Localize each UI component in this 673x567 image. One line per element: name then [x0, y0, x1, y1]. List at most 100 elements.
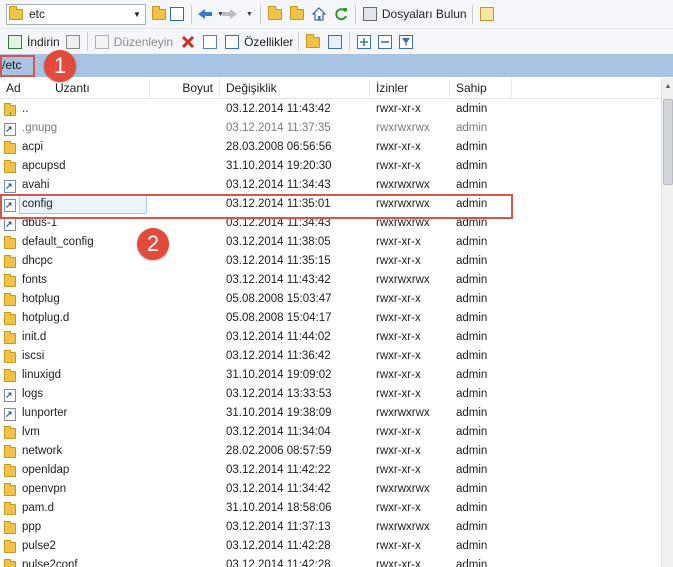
file-row[interactable]: init.d 03.12.2014 11:44:02 rwxr-xr-x admin	[0, 328, 661, 347]
symlink-folder-icon	[3, 120, 19, 137]
file-owner: admin	[456, 312, 488, 324]
current-path-bar[interactable]: /etc	[0, 54, 673, 77]
file-row[interactable]: ppp 03.12.2014 11:37:13 rwxrwxrwx admin	[0, 518, 661, 537]
file-row[interactable]: avahi 03.12.2014 11:34:43 rwxrwxrwx admin	[0, 176, 661, 195]
file-name: pulse2conf	[22, 559, 78, 567]
file-row[interactable]: openldap 03.12.2014 11:42:22 rwxr-xr-x admi…	[0, 461, 661, 480]
file-row[interactable]: .gnupg 03.12.2014 11:37:35 rwxrwxrwx admin	[0, 119, 661, 138]
root-directory-button[interactable]	[288, 5, 306, 23]
column-header-modified[interactable]: Değişiklik	[220, 78, 370, 99]
rename-button[interactable]	[201, 33, 219, 51]
file-permissions: rwxr-xr-x	[376, 160, 421, 172]
forward-history-dropdown[interactable]: ▼	[246, 11, 253, 18]
file-permissions: rwxrwxrwx	[376, 179, 430, 191]
file-row[interactable]: iscsi 03.12.2014 11:36:42 rwxr-xr-x admin	[0, 347, 661, 366]
open-folder-button[interactable]	[150, 5, 168, 23]
selected-row-annotation-box	[0, 194, 513, 219]
file-owner: admin	[456, 350, 488, 362]
file-row[interactable]: pam.d 31.10.2014 18:58:06 rwxr-xr-x admin	[0, 499, 661, 518]
back-button[interactable]	[197, 5, 215, 23]
path-combobox-value: etc	[29, 7, 46, 21]
scrollbar-thumb[interactable]	[663, 99, 673, 185]
find-files-label: Dosyaları Bulun	[381, 7, 467, 21]
file-modified: 03.12.2014 11:37:13	[226, 521, 331, 533]
edit-button[interactable]: Düzenleyin	[93, 33, 173, 51]
column-header-owner[interactable]: Sahip	[450, 78, 512, 99]
download-button[interactable]: İndirin	[6, 33, 60, 51]
folder-icon	[3, 139, 19, 156]
file-row[interactable]: hotplug 05.08.2008 15:03:47 rwxr-xr-x admin	[0, 290, 661, 309]
forward-button[interactable]	[221, 5, 244, 23]
tree-view-button[interactable]	[478, 5, 496, 23]
column-header-name-label: Ad	[6, 81, 21, 95]
delete-button[interactable]	[179, 33, 197, 51]
file-row[interactable]: network 28.02.2006 08:57:59 rwxr-xr-x admin	[0, 442, 661, 461]
file-row[interactable]: default_config 03.12.2014 11:38:05 rwxr-xr…	[0, 233, 661, 252]
file-row[interactable]: hotplug.d 05.08.2008 15:04:17 rwxr-xr-x adm…	[0, 309, 661, 328]
plus-box-icon	[357, 34, 372, 49]
file-permissions: rwxr-xr-x	[376, 464, 421, 476]
file-row[interactable]: .. 03.12.2014 11:43:42 rwxr-xr-x admin	[0, 100, 661, 124]
file-name: linuxigd	[22, 369, 61, 381]
edit-icon	[93, 33, 111, 51]
file-row[interactable]: acpi 28.03.2008 06:56:56 rwxr-xr-x admin	[0, 138, 661, 157]
file-owner: admin	[456, 179, 488, 191]
file-owner: admin	[456, 464, 488, 476]
file-owner: admin	[456, 540, 488, 552]
folder-icon	[3, 253, 19, 270]
file-row[interactable]: apcupsd 31.10.2014 19:20:30 rwxr-xr-x admin	[0, 157, 661, 176]
file-row[interactable]: pulse2conf 03.12.2014 11:42:28 rwxr-xr-x ad…	[0, 556, 661, 567]
file-row[interactable]: openvpn 03.12.2014 11:34:42 rwxrwxrwx admin	[0, 480, 661, 499]
symlink-folder-icon	[3, 177, 19, 194]
properties-button[interactable]: Özellikler	[223, 33, 293, 51]
filter-button[interactable]	[168, 5, 186, 23]
file-permissions: rwxrwxrwx	[376, 483, 430, 495]
file-owner: admin	[456, 521, 488, 533]
select-all-button[interactable]	[355, 33, 373, 51]
file-name: fonts	[22, 274, 47, 286]
column-header-size[interactable]: Boyut	[150, 78, 220, 99]
file-row[interactable]: dhcpc 03.12.2014 11:35:15 rwxr-xr-x admin	[0, 252, 661, 271]
home-button[interactable]	[310, 5, 328, 23]
new-folder-icon	[306, 33, 321, 48]
file-name: hotplug	[22, 293, 60, 305]
file-permissions: rwxr-xr-x	[376, 141, 421, 153]
file-modified: 03.12.2014 11:34:42	[226, 483, 331, 495]
new-file-button[interactable]	[326, 33, 344, 51]
file-owner: admin	[456, 255, 488, 267]
vertical-scrollbar[interactable]: ▲	[661, 78, 673, 567]
file-row[interactable]: linuxigd 31.10.2014 19:09:02 rwxr-xr-x admi…	[0, 366, 661, 385]
file-name: pulse2	[22, 540, 56, 552]
file-permissions: rwxr-xr-x	[376, 255, 421, 267]
file-row[interactable]: pulse2 03.12.2014 11:42:28 rwxr-xr-x admin	[0, 537, 661, 556]
refresh-button[interactable]	[332, 5, 350, 23]
filter-select-button[interactable]	[397, 33, 415, 51]
file-owner: admin	[456, 103, 488, 115]
parent-directory-button[interactable]	[266, 5, 284, 23]
file-modified: 03.12.2014 11:36:42	[226, 350, 331, 362]
upload-button[interactable]	[64, 33, 82, 51]
file-row[interactable]: lvm 03.12.2014 11:34:04 rwxr-xr-x admin	[0, 423, 661, 442]
file-row[interactable]: lunporter 31.10.2014 19:38:09 rwxrwxrwx adm…	[0, 404, 661, 423]
file-owner: admin	[456, 141, 488, 153]
file-name: network	[22, 445, 63, 457]
file-name: dhcpc	[22, 255, 53, 267]
unselect-all-button[interactable]	[376, 33, 394, 51]
file-row[interactable]: fonts 03.12.2014 11:43:42 rwxrwxrwx admin	[0, 271, 661, 290]
folder-icon	[9, 5, 23, 20]
new-folder-button[interactable]	[304, 33, 322, 51]
file-permissions: rwxr-xr-x	[376, 103, 421, 115]
chevron-down-icon[interactable]: ▼	[129, 5, 145, 24]
path-combobox[interactable]: etc ▼	[6, 3, 146, 25]
find-files-button[interactable]: Dosyaları Bulun	[361, 5, 467, 23]
file-list: ..03.12.2014 11:43:42rwxr-xr-xadmin.gnup…	[0, 100, 661, 567]
file-name: ..	[22, 103, 29, 115]
file-owner: admin	[456, 445, 488, 457]
file-row[interactable]: logs 03.12.2014 13:33:53 rwxr-xr-x admin	[0, 385, 661, 404]
file-name: iscsi	[22, 350, 45, 362]
column-header-permissions[interactable]: İzinler	[370, 78, 450, 99]
parent-folder-icon	[3, 101, 19, 124]
column-header-name[interactable]: Ad Uzantı	[0, 78, 150, 99]
scroll-up-icon[interactable]: ▲	[662, 81, 673, 93]
file-name: acpi	[22, 141, 44, 153]
